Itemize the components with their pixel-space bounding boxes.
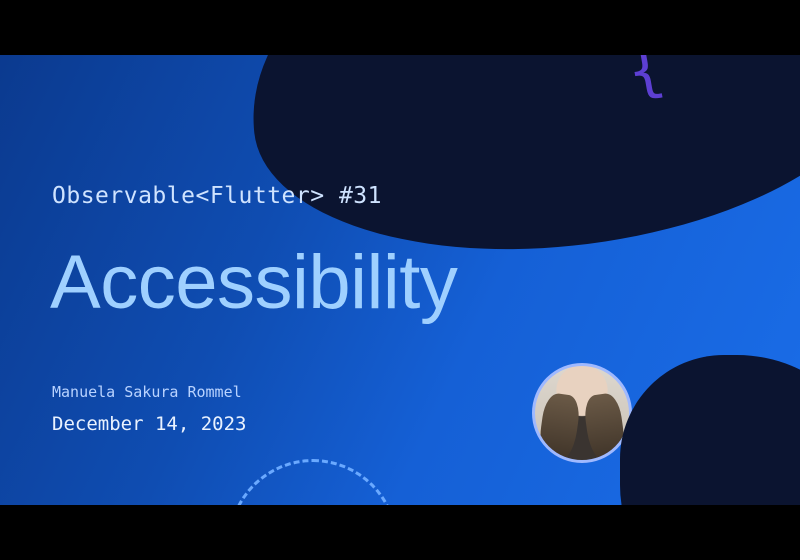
corner-blob-decoration (620, 355, 800, 505)
dashed-circle-decoration (228, 459, 398, 505)
series-label: Observable<Flutter> #31 (52, 183, 382, 209)
brace-icon: { (622, 55, 670, 108)
talk-title: Accessibility (50, 239, 457, 326)
talk-date: December 14, 2023 (52, 413, 246, 435)
speaker-name: Manuela Sakura Rommel (52, 383, 242, 401)
speaker-avatar (532, 363, 632, 463)
video-thumbnail[interactable]: } { { } Observable<Flutter> #31 Accessib… (0, 55, 800, 505)
